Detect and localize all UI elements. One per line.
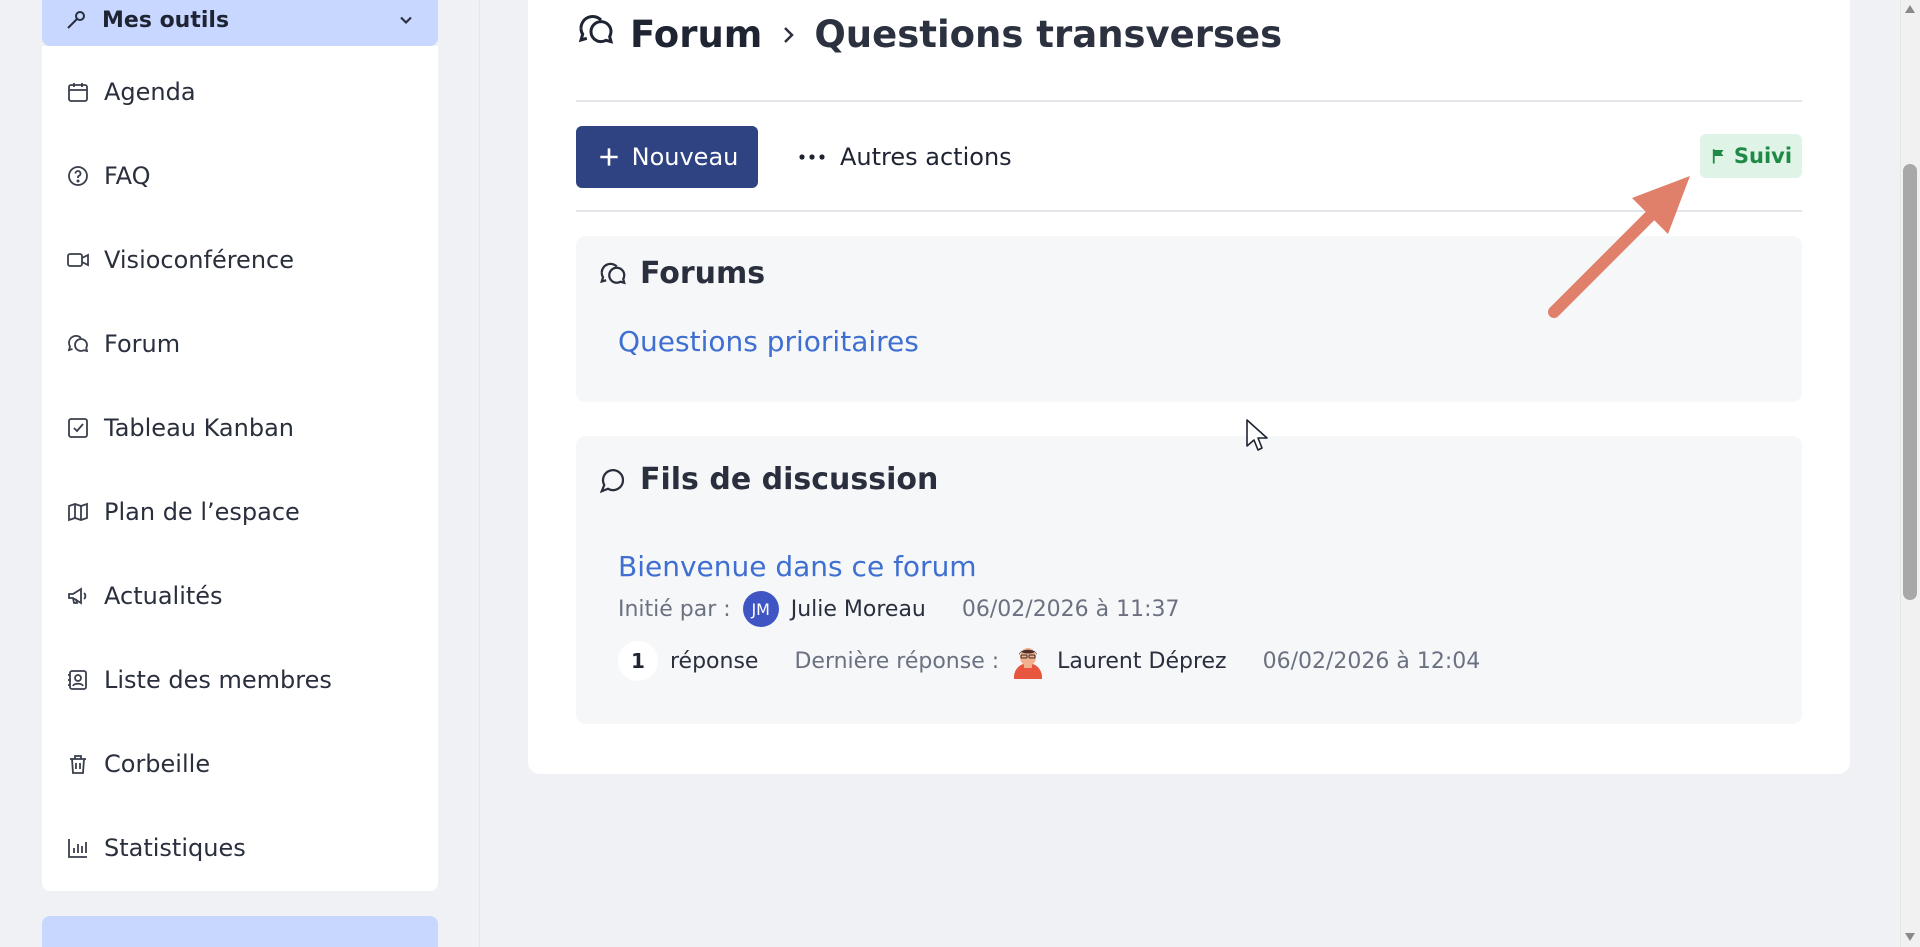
members-icon (68, 670, 87, 690)
sidebar: Mes outils Agenda FAQ Visioconférence Fo… (0, 0, 480, 947)
forum-icon (576, 10, 616, 59)
checkbox-icon (68, 418, 88, 438)
avatar (1014, 648, 1043, 679)
plus-icon (599, 148, 618, 166)
page-title: Questions transverses (814, 13, 1283, 56)
annotation-arrow-icon (1548, 176, 1690, 318)
started-by-label: Initié par : (618, 596, 731, 622)
reply-label: réponse (670, 648, 759, 674)
avatar: JM (742, 591, 779, 627)
more-actions-label: Autres actions (840, 143, 1012, 171)
main-content: Forum Questions transverses Nouveau Autr… (528, 0, 1850, 774)
reply-count-badge: 1 (618, 641, 658, 681)
ellipsis-icon (799, 154, 825, 160)
sidebar-section-title: Mes outils (102, 7, 230, 33)
wrench-icon (67, 11, 85, 29)
sidebar-item-faq[interactable]: FAQ (66, 158, 151, 194)
thread-title-link[interactable]: Bienvenue dans ce forum (618, 550, 977, 583)
sidebar-item-actualites[interactable]: Actualités (66, 578, 223, 614)
forum-icon (67, 335, 89, 353)
sidebar-item-label: Agenda (104, 78, 196, 106)
scroll-down-icon[interactable] (1904, 932, 1916, 942)
sidebar-item-label: Statistiques (104, 834, 246, 862)
sidebar-item-label: Tableau Kanban (104, 414, 294, 442)
last-reply-label: Dernière réponse : (794, 648, 1000, 674)
sidebar-item-forum[interactable]: Forum (66, 326, 180, 362)
new-button-label: Nouveau (631, 143, 739, 171)
sidebar-item-membres[interactable]: Liste des membres (66, 662, 332, 698)
thread-started-at: 06/02/2026 à 11:37 (961, 596, 1180, 622)
breadcrumb-root[interactable]: Forum (630, 13, 762, 56)
sidebar-item-plan[interactable]: Plan de l’espace (66, 494, 300, 530)
thread-meta-replies: 1 réponse Dernière réponse : Laurent Dép… (618, 640, 1480, 682)
sidebar-item-kanban[interactable]: Tableau Kanban (66, 410, 294, 446)
forum-link[interactable]: Questions prioritaires (618, 325, 919, 358)
chevron-down-icon (400, 16, 412, 24)
sidebar-section-next[interactable] (42, 916, 438, 947)
new-button[interactable]: Nouveau (576, 126, 758, 188)
question-icon (68, 166, 88, 186)
megaphone-icon (68, 587, 87, 605)
follow-badge[interactable]: Suivi (1700, 134, 1802, 178)
sidebar-menu: Agenda FAQ Visioconférence Forum Tableau… (42, 46, 438, 891)
sidebar-item-label: FAQ (104, 162, 151, 190)
scroll-up-icon[interactable] (1904, 4, 1916, 14)
thread-author[interactable]: Julie Moreau (791, 597, 926, 622)
map-icon (68, 502, 88, 522)
sidebar-item-statistiques[interactable]: Statistiques (66, 830, 246, 866)
chat-bubble-icon (599, 468, 625, 493)
flag-icon (1712, 149, 1724, 164)
stats-icon (68, 839, 87, 858)
last-reply-at: 06/02/2026 à 12:04 (1262, 648, 1481, 674)
forum-icon (600, 262, 626, 284)
mouse-cursor-icon (1246, 419, 1268, 451)
sidebar-item-label: Visioconférence (104, 246, 294, 274)
follow-label: Suivi (1733, 144, 1793, 168)
sidebar-item-label: Plan de l’espace (104, 498, 300, 526)
scrollbar-thumb[interactable] (1903, 164, 1917, 600)
breadcrumb: Forum Questions transverses (576, 10, 1282, 59)
more-actions-button[interactable]: Autres actions (798, 126, 1012, 188)
divider (576, 100, 1802, 102)
sidebar-item-visioconference[interactable]: Visioconférence (66, 242, 294, 278)
chevron-right-icon (776, 13, 800, 56)
sidebar-item-corbeille[interactable]: Corbeille (66, 746, 210, 782)
sidebar-item-label: Actualités (104, 582, 223, 610)
sidebar-item-agenda[interactable]: Agenda (66, 74, 196, 110)
sidebar-item-label: Forum (104, 330, 181, 358)
calendar-icon (68, 83, 88, 102)
threads-panel-title: Fils de discussion (598, 462, 938, 497)
trash-icon (70, 755, 86, 774)
sidebar-section-mes-outils[interactable]: Mes outils (42, 0, 438, 46)
video-icon (67, 253, 89, 267)
thread-meta-started: Initié par : JM Julie Moreau 06/02/2026 … (618, 588, 1180, 630)
sidebar-item-label: Liste des membres (104, 666, 332, 694)
last-reply-author[interactable]: Laurent Déprez (1057, 649, 1226, 674)
threads-panel: Fils de discussion Bienvenue dans ce for… (576, 436, 1802, 724)
sidebar-item-label: Corbeille (104, 750, 211, 778)
forums-panel-title: Forums (598, 256, 765, 291)
